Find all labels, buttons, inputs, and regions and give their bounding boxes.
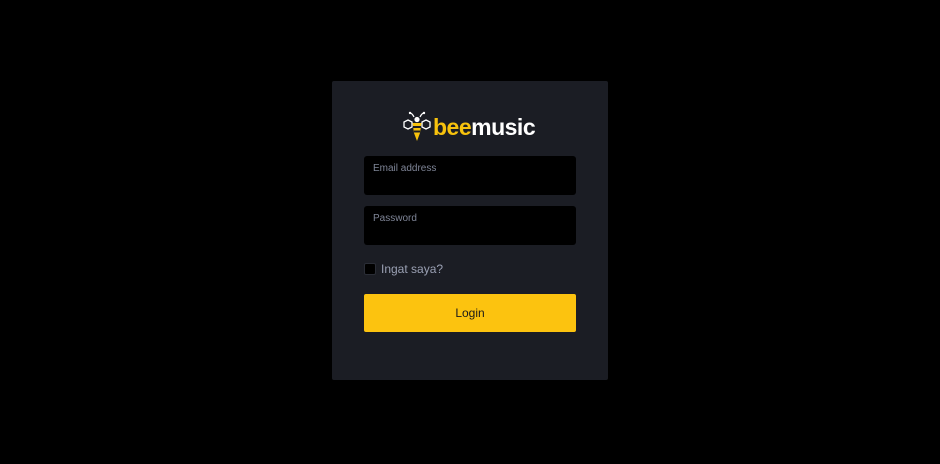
- email-input[interactable]: [373, 176, 567, 192]
- page: beemusic Email address Password Ingat sa…: [0, 0, 940, 464]
- brand-name-part2: music: [471, 113, 536, 140]
- brand-wordmark: beemusic: [433, 113, 536, 140]
- email-field-label: Email address: [373, 163, 437, 174]
- password-field-label: Password: [373, 213, 417, 224]
- password-input[interactable]: [373, 226, 567, 242]
- login-button[interactable]: Login: [364, 294, 576, 332]
- login-card: beemusic Email address Password Ingat sa…: [332, 81, 608, 380]
- brand-name-part1: bee: [433, 113, 472, 140]
- bee-icon: [403, 111, 431, 141]
- password-field[interactable]: Password: [364, 206, 576, 245]
- brand-logo: beemusic: [402, 110, 536, 144]
- remember-me-label[interactable]: Ingat saya?: [381, 262, 443, 276]
- remember-me-checkbox[interactable]: [364, 263, 376, 275]
- remember-me[interactable]: Ingat saya?: [364, 262, 443, 276]
- email-field[interactable]: Email address: [364, 156, 576, 195]
